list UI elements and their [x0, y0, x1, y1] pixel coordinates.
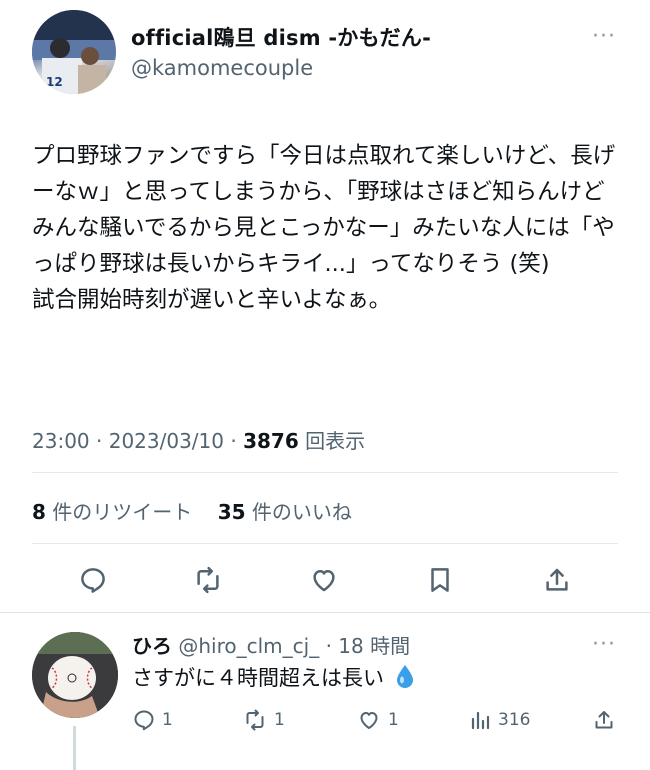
- tweet-stats: 8 件のリツイート 35 件のいいね: [32, 496, 352, 525]
- bookmark-button[interactable]: [420, 562, 460, 598]
- reply-button[interactable]: [73, 562, 113, 598]
- share-button[interactable]: [537, 562, 577, 598]
- section-divider: [0, 612, 650, 613]
- like-label: 件のいいね: [251, 500, 352, 524]
- reply-view-count: 316: [498, 710, 531, 730]
- baseball-photo: [32, 632, 118, 718]
- reply-reply-button[interactable]: 1: [132, 708, 173, 732]
- like-button[interactable]: [304, 562, 344, 598]
- author-name[interactable]: official鴎旦 dism -かもだん-: [131, 22, 431, 52]
- likes-link[interactable]: 35 件のいいね: [218, 500, 352, 524]
- share-icon: [546, 568, 568, 591]
- reply-author-avatar[interactable]: [32, 632, 118, 718]
- retweet-button[interactable]: [188, 562, 228, 598]
- retweet-label: 件のリツイート: [52, 500, 193, 524]
- views-icon: [471, 711, 490, 730]
- retweets-link[interactable]: 8 件のリツイート: [32, 500, 192, 524]
- reply-text-content: さすがに４時間超えは長い: [132, 666, 384, 690]
- avatar-photo: 12: [32, 10, 116, 94]
- reply-more-options-button[interactable]: ···: [592, 632, 616, 657]
- reply-text: さすがに４時間超えは長い: [132, 662, 415, 692]
- tweet-meta: 23:00 · 2023/03/10 · 3876 回表示: [32, 425, 365, 454]
- retweet-count: 8: [32, 500, 46, 524]
- like-icon: [360, 712, 378, 729]
- thread-line: [73, 726, 76, 770]
- reply-author-name[interactable]: ひろ: [132, 634, 172, 658]
- author-avatar[interactable]: 12: [32, 10, 116, 94]
- view-label: 回表示: [305, 429, 366, 453]
- divider: [32, 543, 618, 544]
- reply-icon: [81, 568, 105, 593]
- meta-separator: ·: [325, 634, 339, 658]
- reply-header: ひろ @hiro_clm_cj_ · 18 時間: [132, 630, 410, 659]
- reply-reply-count: 1: [162, 710, 173, 730]
- view-count: 3876: [243, 429, 299, 453]
- reply-retweet-button[interactable]: 1: [242, 708, 285, 732]
- svg-text:12: 12: [46, 75, 63, 89]
- divider: [32, 472, 618, 473]
- reply-like-button[interactable]: 1: [356, 708, 399, 732]
- retweet-icon: [246, 709, 264, 731]
- droplet-emoji-icon: [396, 665, 413, 688]
- meta-separator: ·: [96, 429, 109, 453]
- reply-views-button[interactable]: 316: [468, 708, 530, 732]
- tweet-text: プロ野球ファンですら「今日は点取れて楽しいけど、長げーなｗ」と思ってしまうから、…: [32, 143, 616, 313]
- reply-like-count: 1: [388, 710, 399, 730]
- author-handle[interactable]: @kamomecouple: [131, 56, 313, 80]
- share-icon: [595, 711, 613, 729]
- bookmark-icon: [431, 568, 449, 592]
- meta-separator: ·: [230, 429, 244, 453]
- tweet-date[interactable]: 2023/03/10: [109, 429, 224, 453]
- reply-retweet-count: 1: [274, 710, 285, 730]
- reply-time[interactable]: 18 時間: [338, 634, 410, 658]
- reply-share-button[interactable]: [592, 708, 616, 732]
- reply-author-handle[interactable]: @hiro_clm_cj_: [178, 634, 319, 658]
- more-options-button[interactable]: ···: [592, 24, 616, 49]
- retweet-icon: [197, 566, 219, 594]
- like-count: 35: [217, 500, 246, 524]
- reply-icon: [134, 710, 154, 731]
- like-icon: [313, 570, 335, 592]
- tweet-time[interactable]: 23:00: [32, 429, 90, 453]
